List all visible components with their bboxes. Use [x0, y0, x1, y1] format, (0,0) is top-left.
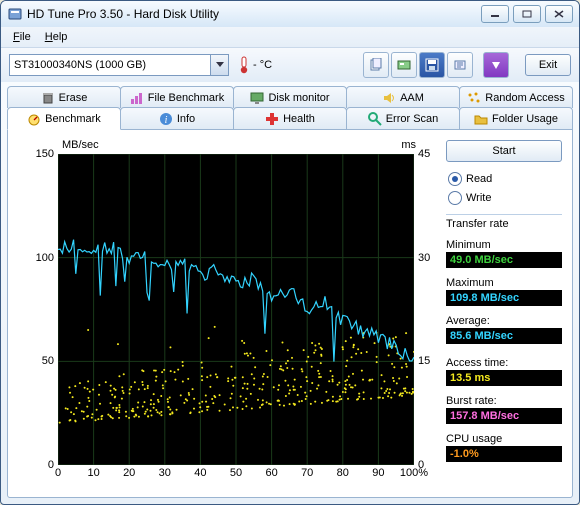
y-tick: 150	[36, 148, 54, 160]
x-tick: 100%	[400, 467, 428, 479]
app-window: HD Tune Pro 3.50 - Hard Disk Utility FFi…	[0, 0, 580, 505]
temperature-value: - °C	[253, 59, 272, 71]
x-tick: 20	[123, 467, 135, 479]
chart-icon	[130, 91, 144, 105]
tab-disk-monitor[interactable]: Disk monitor	[233, 86, 347, 108]
x-tick: 50	[230, 467, 242, 479]
radio-icon	[448, 191, 462, 205]
app-icon	[7, 6, 23, 22]
toolbar: ST31000340NS (1000 GB) - °C Exit	[1, 48, 579, 82]
burst-label: Burst rate:	[446, 395, 562, 407]
menubar: FFileile HelpHelp	[1, 27, 579, 48]
y-tick-right: 30	[418, 252, 430, 264]
titlebar: HD Tune Pro 3.50 - Hard Disk Utility	[1, 1, 579, 27]
tab-erase[interactable]: Erase	[7, 86, 121, 108]
y-tick: 100	[36, 252, 54, 264]
y-tick-right: 45	[418, 148, 430, 160]
tab-aam[interactable]: AAM	[346, 86, 460, 108]
start-button[interactable]: Start	[446, 140, 562, 162]
y-tick-right: 15	[418, 355, 430, 367]
tab-info[interactable]: iInfo	[120, 107, 234, 129]
x-tick: 0	[55, 467, 61, 479]
x-tick: 80	[337, 467, 349, 479]
minimize-button[interactable]	[481, 5, 509, 23]
x-tick: 60	[265, 467, 277, 479]
folder-icon	[474, 112, 488, 126]
options-button[interactable]	[447, 52, 473, 78]
menu-help[interactable]: HelpHelp	[39, 29, 74, 45]
temperature-display: - °C	[239, 56, 272, 74]
y-axis-right-label: ms	[401, 139, 416, 151]
x-tick: 30	[159, 467, 171, 479]
x-tick: 70	[301, 467, 313, 479]
chart-plot-area: 15010050045301500102030405060708090100%	[58, 154, 414, 465]
access-label: Access time:	[446, 357, 562, 369]
maximize-button[interactable]	[513, 5, 541, 23]
drive-select-value: ST31000340NS (1000 GB)	[10, 59, 210, 71]
results-sidebar: Start Read Write Transfer rate Minimum49…	[446, 140, 562, 487]
chevron-down-icon[interactable]	[210, 55, 228, 75]
screenshot-button[interactable]	[391, 52, 417, 78]
tab-container: Erase File Benchmark Disk monitor AAM Ra…	[7, 86, 573, 499]
cpu-label: CPU usage	[446, 433, 562, 445]
drive-select[interactable]: ST31000340NS (1000 GB)	[9, 54, 229, 76]
max-label: Maximum	[446, 277, 562, 289]
write-radio[interactable]: Write	[446, 190, 562, 206]
y-tick: 50	[42, 355, 54, 367]
speaker-icon	[382, 91, 396, 105]
monitor-icon	[250, 91, 264, 105]
tab-health[interactable]: Health	[233, 107, 347, 129]
tab-error-scan[interactable]: Error Scan	[346, 107, 460, 129]
menu-file[interactable]: FFileile	[7, 29, 37, 45]
avg-label: Average:	[446, 315, 562, 327]
min-label: Minimum	[446, 239, 562, 251]
info-icon: i	[159, 112, 173, 126]
tab-file-benchmark[interactable]: File Benchmark	[120, 86, 234, 108]
benchmark-chart: MB/sec ms 150100500453015001020304050607…	[18, 140, 438, 487]
close-button[interactable]	[545, 5, 573, 23]
tab-benchmark[interactable]: Benchmark	[7, 107, 121, 130]
min-value: 49.0 MB/sec	[446, 252, 562, 268]
transfer-rate-header: Transfer rate	[446, 214, 562, 230]
y-tick: 0	[48, 459, 54, 471]
avg-value: 85.6 MB/sec	[446, 328, 562, 344]
minimize-tray-button[interactable]	[483, 52, 509, 78]
gauge-icon	[27, 112, 41, 126]
dots-icon	[467, 91, 481, 105]
max-value: 109.8 MB/sec	[446, 290, 562, 306]
burst-value: 157.8 MB/sec	[446, 408, 562, 424]
thermometer-icon	[239, 56, 249, 74]
radio-icon	[448, 172, 462, 186]
read-radio[interactable]: Read	[446, 171, 562, 187]
x-tick: 90	[372, 467, 384, 479]
tab-body-benchmark: MB/sec ms 150100500453015001020304050607…	[7, 129, 573, 498]
trash-icon	[41, 91, 55, 105]
save-button[interactable]	[419, 52, 445, 78]
copy-info-button[interactable]	[363, 52, 389, 78]
tab-folder-usage[interactable]: Folder Usage	[459, 107, 573, 129]
search-icon	[368, 112, 382, 126]
access-value: 13.5 ms	[446, 370, 562, 386]
tab-random-access[interactable]: Random Access	[459, 86, 573, 108]
y-axis-left-label: MB/sec	[62, 139, 99, 151]
window-title: HD Tune Pro 3.50 - Hard Disk Utility	[27, 7, 219, 21]
x-tick: 40	[194, 467, 206, 479]
x-tick: 10	[87, 467, 99, 479]
health-icon	[265, 112, 279, 126]
svg-text:i: i	[164, 115, 167, 126]
exit-button[interactable]: Exit	[525, 54, 571, 76]
cpu-value: -1.0%	[446, 446, 562, 462]
